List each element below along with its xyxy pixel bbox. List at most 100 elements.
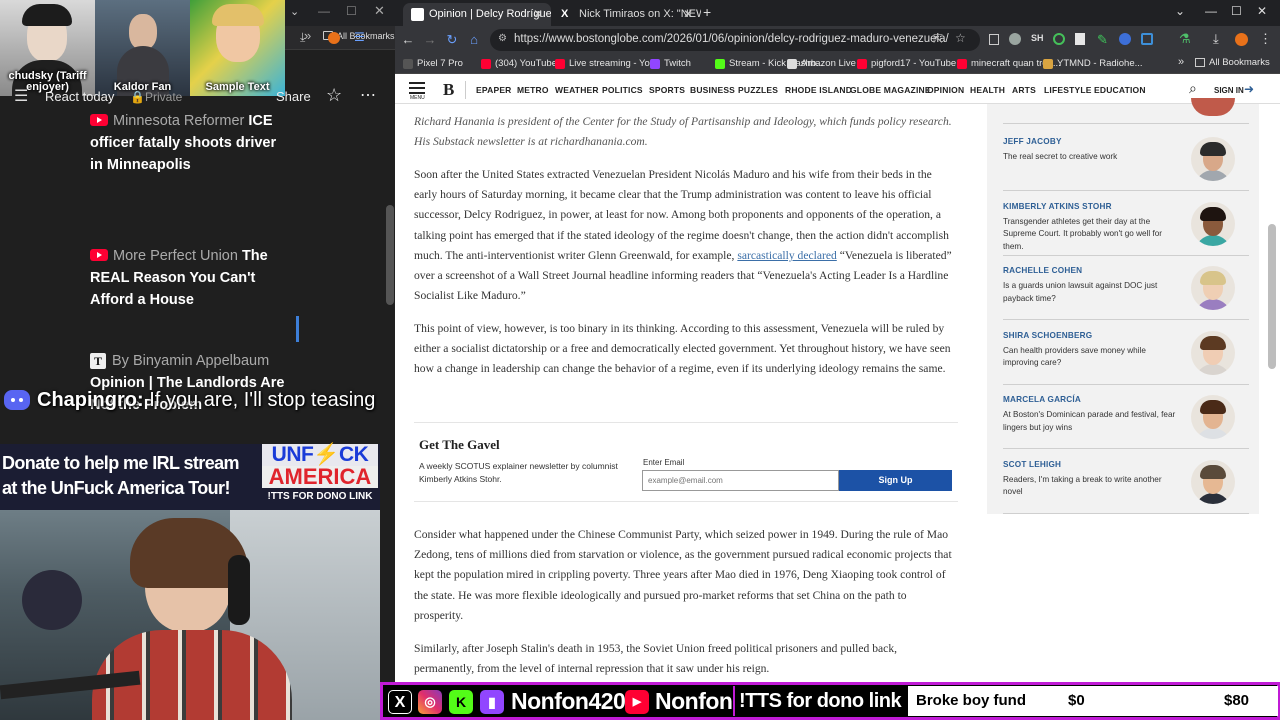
list-item[interactable]: Minnesota Reformer ICE officer fatally s… bbox=[90, 110, 290, 176]
nav-link-opinion[interactable]: OPINION bbox=[927, 85, 964, 95]
close-tab-icon[interactable]: ✕ bbox=[683, 7, 693, 21]
column-headline[interactable]: Readers, I'm taking a break to write ano… bbox=[1003, 474, 1183, 499]
bookmark-item[interactable]: Live streaming - Yo... bbox=[555, 56, 658, 72]
sarcastically-declared-link[interactable]: sarcastically declared bbox=[737, 249, 836, 262]
bookmark-item[interactable]: Twitch bbox=[650, 56, 691, 72]
tab-search-icon[interactable]: ⌄ bbox=[290, 5, 299, 18]
sidebar-item[interactable]: MARCELA GARCÍA At Boston's Dominican para… bbox=[1003, 385, 1249, 449]
email-field[interactable] bbox=[642, 470, 839, 491]
sidebar-item[interactable]: SCOT LEHIGH Readers, I'm taking a break t… bbox=[1003, 450, 1249, 514]
column-headline[interactable]: Transgender athletes get their day at th… bbox=[1003, 216, 1183, 254]
columnist-name[interactable]: SCOT LEHIGH bbox=[1003, 460, 1061, 469]
avatar[interactable] bbox=[1191, 459, 1235, 504]
extension-icon[interactable] bbox=[1009, 33, 1021, 45]
sign-in-arrow-icon[interactable]: ➜ bbox=[1244, 82, 1254, 96]
avatar[interactable] bbox=[1191, 266, 1235, 310]
nav-link-puzzles[interactable]: PUZZLES bbox=[738, 85, 778, 95]
nav-link-education[interactable]: EDUCATION bbox=[1094, 85, 1146, 95]
menu-icon[interactable] bbox=[409, 82, 425, 94]
columnist-name[interactable]: MARCELA GARCÍA bbox=[1003, 395, 1081, 404]
page-scrollbar[interactable] bbox=[1268, 224, 1276, 369]
back-icon[interactable]: ← bbox=[399, 31, 417, 49]
more-options-icon[interactable]: ⋯ bbox=[360, 85, 376, 105]
sign-in-link[interactable]: SIGN IN bbox=[1214, 86, 1244, 95]
column-headline[interactable]: The real secret to creative work bbox=[1003, 151, 1183, 164]
all-bookmarks-link[interactable]: All Bookmarks bbox=[1209, 57, 1270, 68]
hamburger-icon[interactable]: ☰ bbox=[14, 86, 28, 106]
menu-icon[interactable]: ☰ bbox=[354, 30, 365, 44]
sidebar-item[interactable]: JEFF JACOBY The real secret to creative w… bbox=[1003, 127, 1249, 191]
extension-icon[interactable] bbox=[1053, 33, 1065, 45]
extension-icon[interactable] bbox=[1141, 33, 1153, 45]
close-window-icon[interactable]: ✕ bbox=[1257, 4, 1267, 18]
nav-link-weather[interactable]: WEATHER bbox=[555, 85, 599, 95]
minimize-icon[interactable]: — bbox=[1205, 4, 1217, 18]
sidebar-item[interactable]: KIMBERLY ATKINS STOHR Transgender athlete… bbox=[1003, 192, 1249, 256]
react-today-label[interactable]: React today bbox=[45, 89, 114, 104]
bookmark-item[interactable]: Amazon Live bbox=[787, 56, 856, 72]
profile-avatar[interactable] bbox=[328, 32, 340, 44]
extension-icon[interactable] bbox=[989, 34, 999, 45]
minimize-icon[interactable]: — bbox=[318, 4, 330, 18]
columnist-name[interactable]: RACHELLE COHEN bbox=[1003, 266, 1082, 275]
extension-icon[interactable]: ✎ bbox=[1097, 32, 1108, 48]
lab-icon[interactable]: ⚗ bbox=[1179, 31, 1191, 47]
search-icon[interactable]: ⌕ bbox=[1189, 80, 1197, 97]
avatar[interactable] bbox=[1191, 395, 1235, 439]
bookmarks-overflow-icon[interactable]: » bbox=[1178, 56, 1184, 68]
bookmark-item[interactable]: Pixel 7 Pro bbox=[403, 56, 463, 72]
nav-link-epaper[interactable]: EPAPER bbox=[476, 85, 512, 95]
bookmark-item[interactable]: (304) YouTube bbox=[481, 56, 557, 72]
column-headline[interactable]: At Boston's Dominican parade and festiva… bbox=[1003, 409, 1183, 434]
reload-icon[interactable]: ↻ bbox=[443, 31, 461, 49]
tab-boston-globe[interactable]: Opinion | Delcy Rodríguez and ✕ bbox=[403, 3, 551, 26]
nav-link-metro[interactable]: METRO bbox=[517, 85, 549, 95]
bookmark-item[interactable]: YTMND - Radiohe... bbox=[1043, 56, 1143, 72]
column-headline[interactable]: Is a guards union lawsuit against DOC ju… bbox=[1003, 280, 1183, 305]
more-menu-icon[interactable]: ⋮ bbox=[1259, 31, 1272, 47]
new-tab-icon[interactable]: + bbox=[703, 4, 711, 20]
home-icon[interactable]: ⌂ bbox=[465, 31, 483, 49]
nav-link-globe-magazine[interactable]: GLOBE MAGAZINE bbox=[850, 85, 931, 95]
left-scrollbar[interactable] bbox=[386, 205, 394, 305]
close-tab-icon[interactable]: ✕ bbox=[533, 7, 543, 21]
tab-search-icon[interactable]: ⌄ bbox=[1175, 4, 1185, 18]
download-icon[interactable]: ⤓ bbox=[300, 30, 305, 45]
maximize-icon[interactable]: ☐ bbox=[346, 4, 357, 18]
maximize-icon[interactable]: ☐ bbox=[1231, 4, 1242, 18]
nav-link-sports[interactable]: SPORTS bbox=[649, 85, 685, 95]
tab-x-post[interactable]: X Nick Timiraos on X: "NEW: Trur ✕ bbox=[553, 3, 701, 26]
share-button[interactable]: Share bbox=[276, 89, 311, 104]
nav-link-lifestyle[interactable]: LIFESTYLE bbox=[1044, 85, 1092, 95]
sidebar-item[interactable]: RACHELLE COHEN Is a guards union lawsuit … bbox=[1003, 256, 1249, 320]
nav-link-health[interactable]: HEALTH bbox=[970, 85, 1005, 95]
bookmark-item[interactable]: pigford17 - YouTube bbox=[857, 56, 956, 72]
extension-icon[interactable] bbox=[1119, 33, 1131, 45]
nav-link-business[interactable]: BUSINESS bbox=[690, 85, 735, 95]
close-icon[interactable]: ✕ bbox=[374, 3, 385, 19]
all-bookmarks-link[interactable]: All Bookmarks bbox=[337, 31, 395, 41]
column-headline[interactable]: Can health providers save money while im… bbox=[1003, 345, 1183, 370]
columnist-name[interactable]: SHIRA SCHOENBERG bbox=[1003, 331, 1092, 340]
star-icon[interactable]: ☆ bbox=[326, 85, 342, 106]
share-page-icon[interactable]: ⇱ bbox=[933, 32, 943, 46]
bookmark-star-icon[interactable]: ☆ bbox=[955, 31, 966, 45]
avatar[interactable] bbox=[1191, 330, 1235, 375]
nav-link-arts[interactable]: ARTS bbox=[1012, 85, 1036, 95]
columnist-name[interactable]: JEFF JACOBY bbox=[1003, 137, 1062, 146]
site-info-icon[interactable]: ⚙ bbox=[498, 33, 507, 44]
globe-logo[interactable]: B bbox=[443, 80, 454, 100]
columnist-name[interactable]: KIMBERLY ATKINS STOHR bbox=[1003, 202, 1112, 211]
extension-icon[interactable]: SH bbox=[1031, 33, 1044, 43]
url-text[interactable]: https://www.bostonglobe.com/2026/01/06/o… bbox=[514, 33, 949, 45]
nav-link-rhode-island[interactable]: RHODE ISLAND bbox=[785, 85, 852, 95]
list-item[interactable]: More Perfect Union The REAL Reason You C… bbox=[90, 245, 290, 311]
sign-up-button[interactable]: Sign Up bbox=[839, 470, 952, 491]
nav-link-politics[interactable]: POLITICS bbox=[602, 85, 643, 95]
extension-icon[interactable] bbox=[1075, 33, 1085, 45]
address-bar[interactable]: ⚙ https://www.bostonglobe.com/2026/01/06… bbox=[490, 29, 980, 51]
avatar[interactable] bbox=[1191, 137, 1235, 181]
download-icon[interactable]: ⤓ bbox=[1213, 31, 1219, 47]
profile-avatar[interactable] bbox=[1235, 33, 1248, 46]
forward-icon[interactable]: → bbox=[421, 31, 439, 49]
